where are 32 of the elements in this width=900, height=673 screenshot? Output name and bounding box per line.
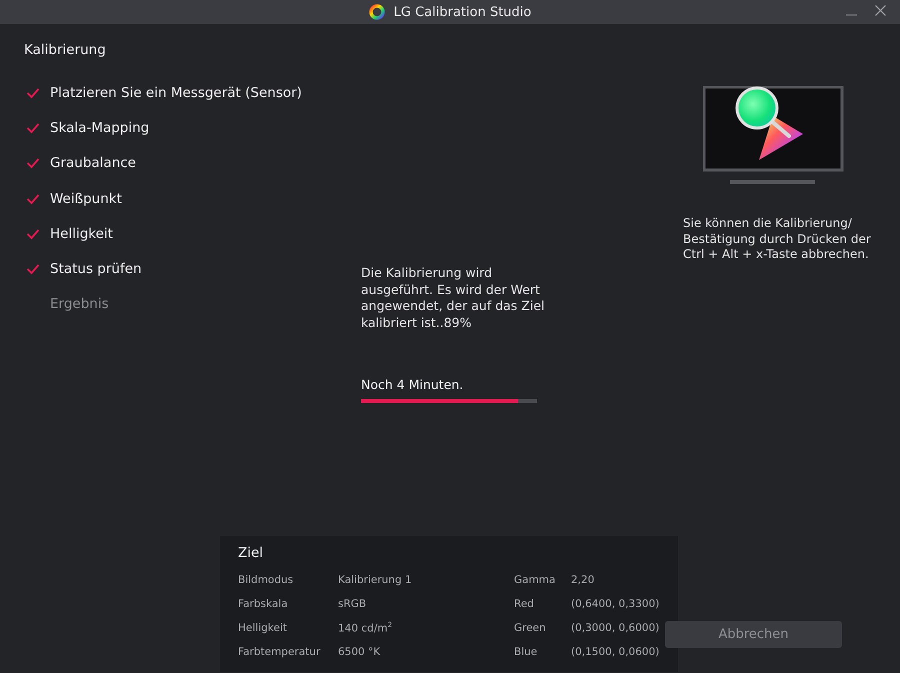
- field-value: 2,20: [571, 574, 596, 586]
- step-label: Status prüfen: [50, 261, 142, 278]
- field-label: Farbskala: [238, 598, 289, 610]
- time-remaining: Noch 4 Minuten.: [361, 377, 464, 392]
- field-label: Farbtemperatur: [238, 646, 322, 658]
- step-label: Platzieren Sie ein Messgerät (Sensor): [50, 84, 302, 101]
- step-label: Skala-Mapping: [50, 120, 150, 136]
- step-label: Ergebnis: [50, 296, 109, 312]
- step-label: Graubalance: [50, 155, 136, 172]
- field-label: Green: [514, 622, 547, 634]
- field-value: Kalibrierung 1: [338, 574, 413, 586]
- field-value: 6500 °K: [338, 646, 382, 658]
- field-label: Blue: [514, 646, 538, 658]
- field-value: sRGB: [338, 598, 368, 610]
- step-label: Helligkeit: [50, 226, 113, 242]
- step-label: Weißpunkt: [50, 190, 122, 207]
- status-message: Die Kalibrierung wird ausgeführt. Es wird der Wert angewendet, der auf das Ziel kalibriert ist..89%: [361, 265, 546, 331]
- color-wheel-icon: [368, 4, 385, 20]
- panel-title: Ziel: [238, 544, 264, 563]
- field-value: (0,3000, 0,6000): [571, 622, 660, 634]
- field-value: 140 cd/m$^{2}$: [338, 621, 394, 635]
- cancel-hint: Sie können die Kalibrierung/ Bestätigung durch Drücken der Ctrl + Alt + x-Taste abbrechen.: [683, 216, 872, 262]
- window-title: LG Calibration Studio: [394, 4, 532, 20]
- field-value: (0,1500, 0,0600): [571, 646, 660, 658]
- cancel-button[interactable]: Abbrechen: [665, 621, 842, 648]
- close-icon[interactable]: [875, 5, 886, 16]
- sidebar-heading: Kalibrierung: [24, 42, 107, 58]
- field-label: Bildmodus: [238, 574, 294, 586]
- field-label: Red: [514, 598, 535, 610]
- field-value: (0,6400, 0,3300): [571, 598, 660, 610]
- field-label: Gamma: [514, 574, 556, 586]
- field-label: Helligkeit: [238, 622, 288, 634]
